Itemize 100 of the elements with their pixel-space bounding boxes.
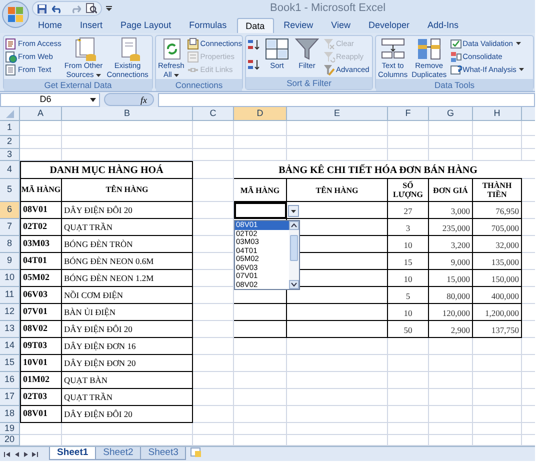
row-header[interactable]: 19 bbox=[0, 423, 20, 435]
table-cell: 235,000 bbox=[429, 219, 473, 236]
ribbon-tab[interactable]: Home bbox=[30, 18, 70, 33]
ribbon-tab[interactable]: Formulas bbox=[181, 18, 235, 33]
table-title: DANH MỤC HÀNG HOÁ bbox=[20, 161, 193, 179]
table-cell: 80,000 bbox=[429, 287, 473, 304]
row-header[interactable]: 20 bbox=[0, 435, 20, 446]
table-cell: 08V01 bbox=[20, 406, 62, 423]
group-label: Sort & Filter bbox=[246, 77, 372, 89]
group-label: Data Tools bbox=[376, 79, 533, 91]
window-title: Book1 - Microsoft Excel bbox=[270, 2, 386, 15]
clear-filter-icon bbox=[323, 38, 335, 50]
select-all-button[interactable] bbox=[0, 107, 20, 121]
formula-input-field[interactable] bbox=[158, 92, 535, 106]
row-header[interactable]: 14 bbox=[0, 338, 20, 355]
last-sheet-icon[interactable] bbox=[32, 451, 39, 458]
ribbon-tab[interactable]: Add-Ins bbox=[420, 18, 467, 33]
group-label: Connections bbox=[156, 79, 242, 91]
row-header[interactable]: 3 bbox=[0, 149, 20, 161]
table-cell: 09T03 bbox=[20, 338, 62, 355]
sort-descending-icon[interactable] bbox=[247, 59, 261, 71]
insert-sheet-icon[interactable] bbox=[189, 447, 204, 458]
sheet-tab[interactable]: Sheet3 bbox=[140, 447, 186, 460]
table-cell: 2,900 bbox=[429, 321, 473, 338]
row-header[interactable]: 11 bbox=[0, 287, 20, 304]
row-header[interactable]: 6 bbox=[0, 202, 20, 219]
dropdown-caret-icon[interactable] bbox=[90, 98, 96, 102]
ribbon-tab[interactable]: Review bbox=[276, 18, 322, 33]
row-header[interactable]: 7 bbox=[0, 219, 20, 236]
save-icon[interactable] bbox=[37, 4, 47, 14]
scroll-thumb[interactable] bbox=[290, 235, 298, 261]
ribbon-tab[interactable]: Page Layout bbox=[112, 18, 180, 33]
table-cell: 1,200,000 bbox=[473, 304, 522, 321]
next-sheet-icon[interactable] bbox=[23, 451, 29, 458]
active-cell[interactable] bbox=[234, 202, 287, 219]
row-header[interactable]: 16 bbox=[0, 372, 20, 389]
table-cell: BÓNG ĐÈN TRÒN bbox=[62, 236, 193, 253]
row-header[interactable]: 2 bbox=[0, 136, 20, 149]
empty-cell[interactable] bbox=[234, 321, 287, 338]
table-cell: 03M03 bbox=[20, 236, 62, 253]
row-header[interactable]: 8 bbox=[0, 236, 20, 253]
table-header: MÃ HÀNG bbox=[20, 179, 62, 202]
name-box[interactable]: D6 bbox=[0, 92, 100, 106]
row-header[interactable]: 15 bbox=[0, 355, 20, 372]
column-header[interactable]: H bbox=[473, 107, 522, 121]
document-icon bbox=[5, 64, 17, 76]
first-sheet-icon[interactable] bbox=[4, 451, 11, 458]
table-cell: 32,000 bbox=[473, 236, 522, 253]
ribbon-tab[interactable]: Data bbox=[236, 18, 274, 33]
print-preview-icon[interactable] bbox=[86, 3, 97, 14]
table-cell: 07V01 bbox=[20, 304, 62, 321]
table-cell: 08V01 bbox=[20, 202, 62, 219]
empty-cell[interactable] bbox=[287, 321, 388, 338]
sort-grid-icon bbox=[264, 37, 290, 61]
table-cell: DÂY ĐIỆN ĐƠN 20 bbox=[62, 355, 193, 372]
row-header[interactable]: 18 bbox=[0, 406, 20, 423]
column-header[interactable]: F bbox=[388, 107, 429, 121]
office-logo-icon bbox=[8, 7, 23, 22]
sheet-tab[interactable]: Sheet1 bbox=[49, 447, 96, 460]
table-cell: 10 bbox=[388, 270, 429, 287]
scroll-up-icon[interactable] bbox=[289, 221, 299, 230]
row-header[interactable]: 5 bbox=[0, 179, 20, 202]
column-header[interactable]: B bbox=[62, 107, 193, 121]
table-cell: 06V03 bbox=[20, 287, 62, 304]
table-cell: NỒI CƠM ĐIỆN bbox=[62, 287, 193, 304]
globe-icon bbox=[5, 50, 17, 62]
table-cell: QUẠT TRẦN bbox=[62, 389, 193, 406]
row-header[interactable]: 13 bbox=[0, 321, 20, 338]
empty-cell[interactable] bbox=[234, 304, 287, 321]
empty-cell[interactable] bbox=[287, 304, 388, 321]
table-cell: 3 bbox=[388, 219, 429, 236]
column-header[interactable]: G bbox=[429, 107, 473, 121]
row-header[interactable]: 10 bbox=[0, 270, 20, 287]
sheet-tab[interactable]: Sheet2 bbox=[95, 447, 142, 460]
caret-icon bbox=[174, 74, 179, 77]
sort-ascending-icon[interactable] bbox=[247, 39, 261, 51]
table-cell: 137,750 bbox=[473, 321, 522, 338]
column-header[interactable]: A bbox=[20, 107, 62, 121]
table-cell: BÓNG ĐÈN NEON 1.2M bbox=[62, 270, 193, 287]
row-header[interactable]: 17 bbox=[0, 389, 20, 406]
connections-icon bbox=[187, 38, 200, 50]
ribbon-tab[interactable]: Developer bbox=[360, 18, 418, 33]
ribbon-tab[interactable]: View bbox=[323, 18, 358, 33]
row-header[interactable]: 1 bbox=[0, 121, 20, 136]
customize-caret-icon[interactable] bbox=[106, 6, 112, 12]
row-header[interactable]: 4 bbox=[0, 161, 20, 179]
consolidate-icon bbox=[450, 50, 462, 62]
column-header[interactable]: C bbox=[193, 107, 234, 121]
table-cell: 01M02 bbox=[20, 372, 62, 389]
insert-function-button[interactable]: fx bbox=[104, 93, 154, 106]
column-header[interactable]: D bbox=[234, 107, 287, 121]
row-header[interactable]: 9 bbox=[0, 253, 20, 270]
previous-sheet-icon[interactable] bbox=[14, 451, 20, 458]
dropdown-button[interactable] bbox=[288, 205, 299, 217]
row-header[interactable]: 12 bbox=[0, 304, 20, 321]
ribbon-tab[interactable]: Insert bbox=[72, 18, 111, 33]
group-label: Get External Data bbox=[4, 79, 152, 91]
scroll-down-icon[interactable] bbox=[289, 280, 299, 289]
column-header[interactable]: E bbox=[287, 107, 388, 121]
scrollbar[interactable] bbox=[289, 221, 299, 289]
